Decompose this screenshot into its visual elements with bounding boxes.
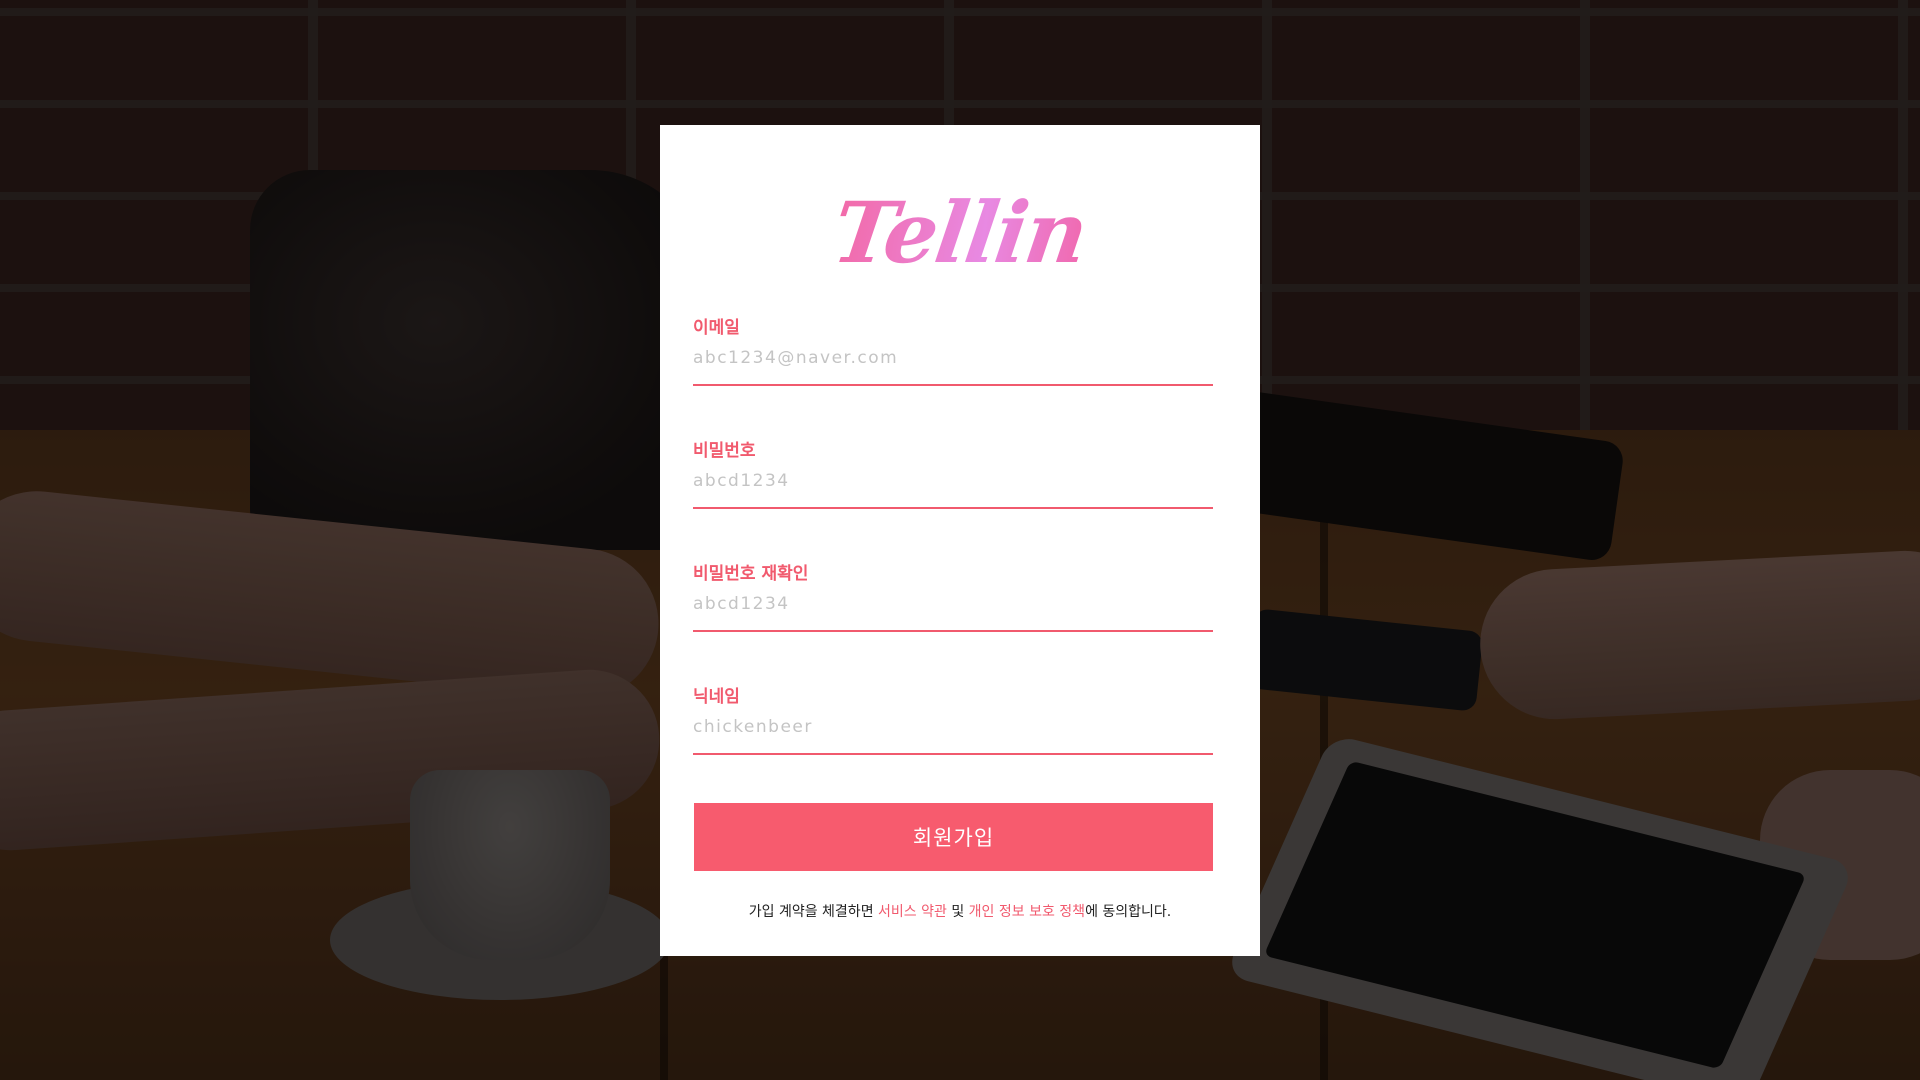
password-confirm-field: 비밀번호 재확인 [693, 559, 1213, 637]
privacy-policy-link[interactable]: 개인 정보 보호 정책 [969, 904, 1085, 920]
password-label: 비밀번호 [693, 441, 756, 461]
nickname-input[interactable] [693, 710, 1213, 744]
signup-card: Tellin 이메일 비밀번호 비밀번호 재확인 닉네임 회원가입 가입 계약을… [660, 125, 1260, 956]
terms-notice: 가입 계약을 체결하면 서비스 약관 및 개인 정보 보호 정책에 동의합니다. [660, 901, 1260, 921]
terms-of-service-link[interactable]: 서비스 약관 [878, 904, 947, 920]
signup-button[interactable]: 회원가입 [694, 803, 1213, 871]
password-underline [693, 507, 1213, 509]
password-input[interactable] [693, 464, 1213, 498]
password-field: 비밀번호 [693, 436, 1213, 514]
nickname-label: 닉네임 [693, 687, 740, 707]
terms-conjunction: 및 [946, 904, 969, 920]
nickname-underline [693, 753, 1213, 755]
password-confirm-label: 비밀번호 재확인 [693, 564, 809, 584]
logo: Tellin [660, 177, 1260, 287]
email-label: 이메일 [693, 318, 740, 338]
terms-prefix: 가입 계약을 체결하면 [748, 904, 879, 920]
nickname-field: 닉네임 [693, 682, 1213, 760]
terms-suffix: 에 동의합니다. [1085, 904, 1172, 920]
email-input[interactable] [693, 341, 1213, 375]
logo-text: Tellin [827, 182, 1093, 282]
email-underline [693, 384, 1213, 386]
password-confirm-underline [693, 630, 1213, 632]
password-confirm-input[interactable] [693, 587, 1213, 621]
email-field: 이메일 [693, 313, 1213, 391]
